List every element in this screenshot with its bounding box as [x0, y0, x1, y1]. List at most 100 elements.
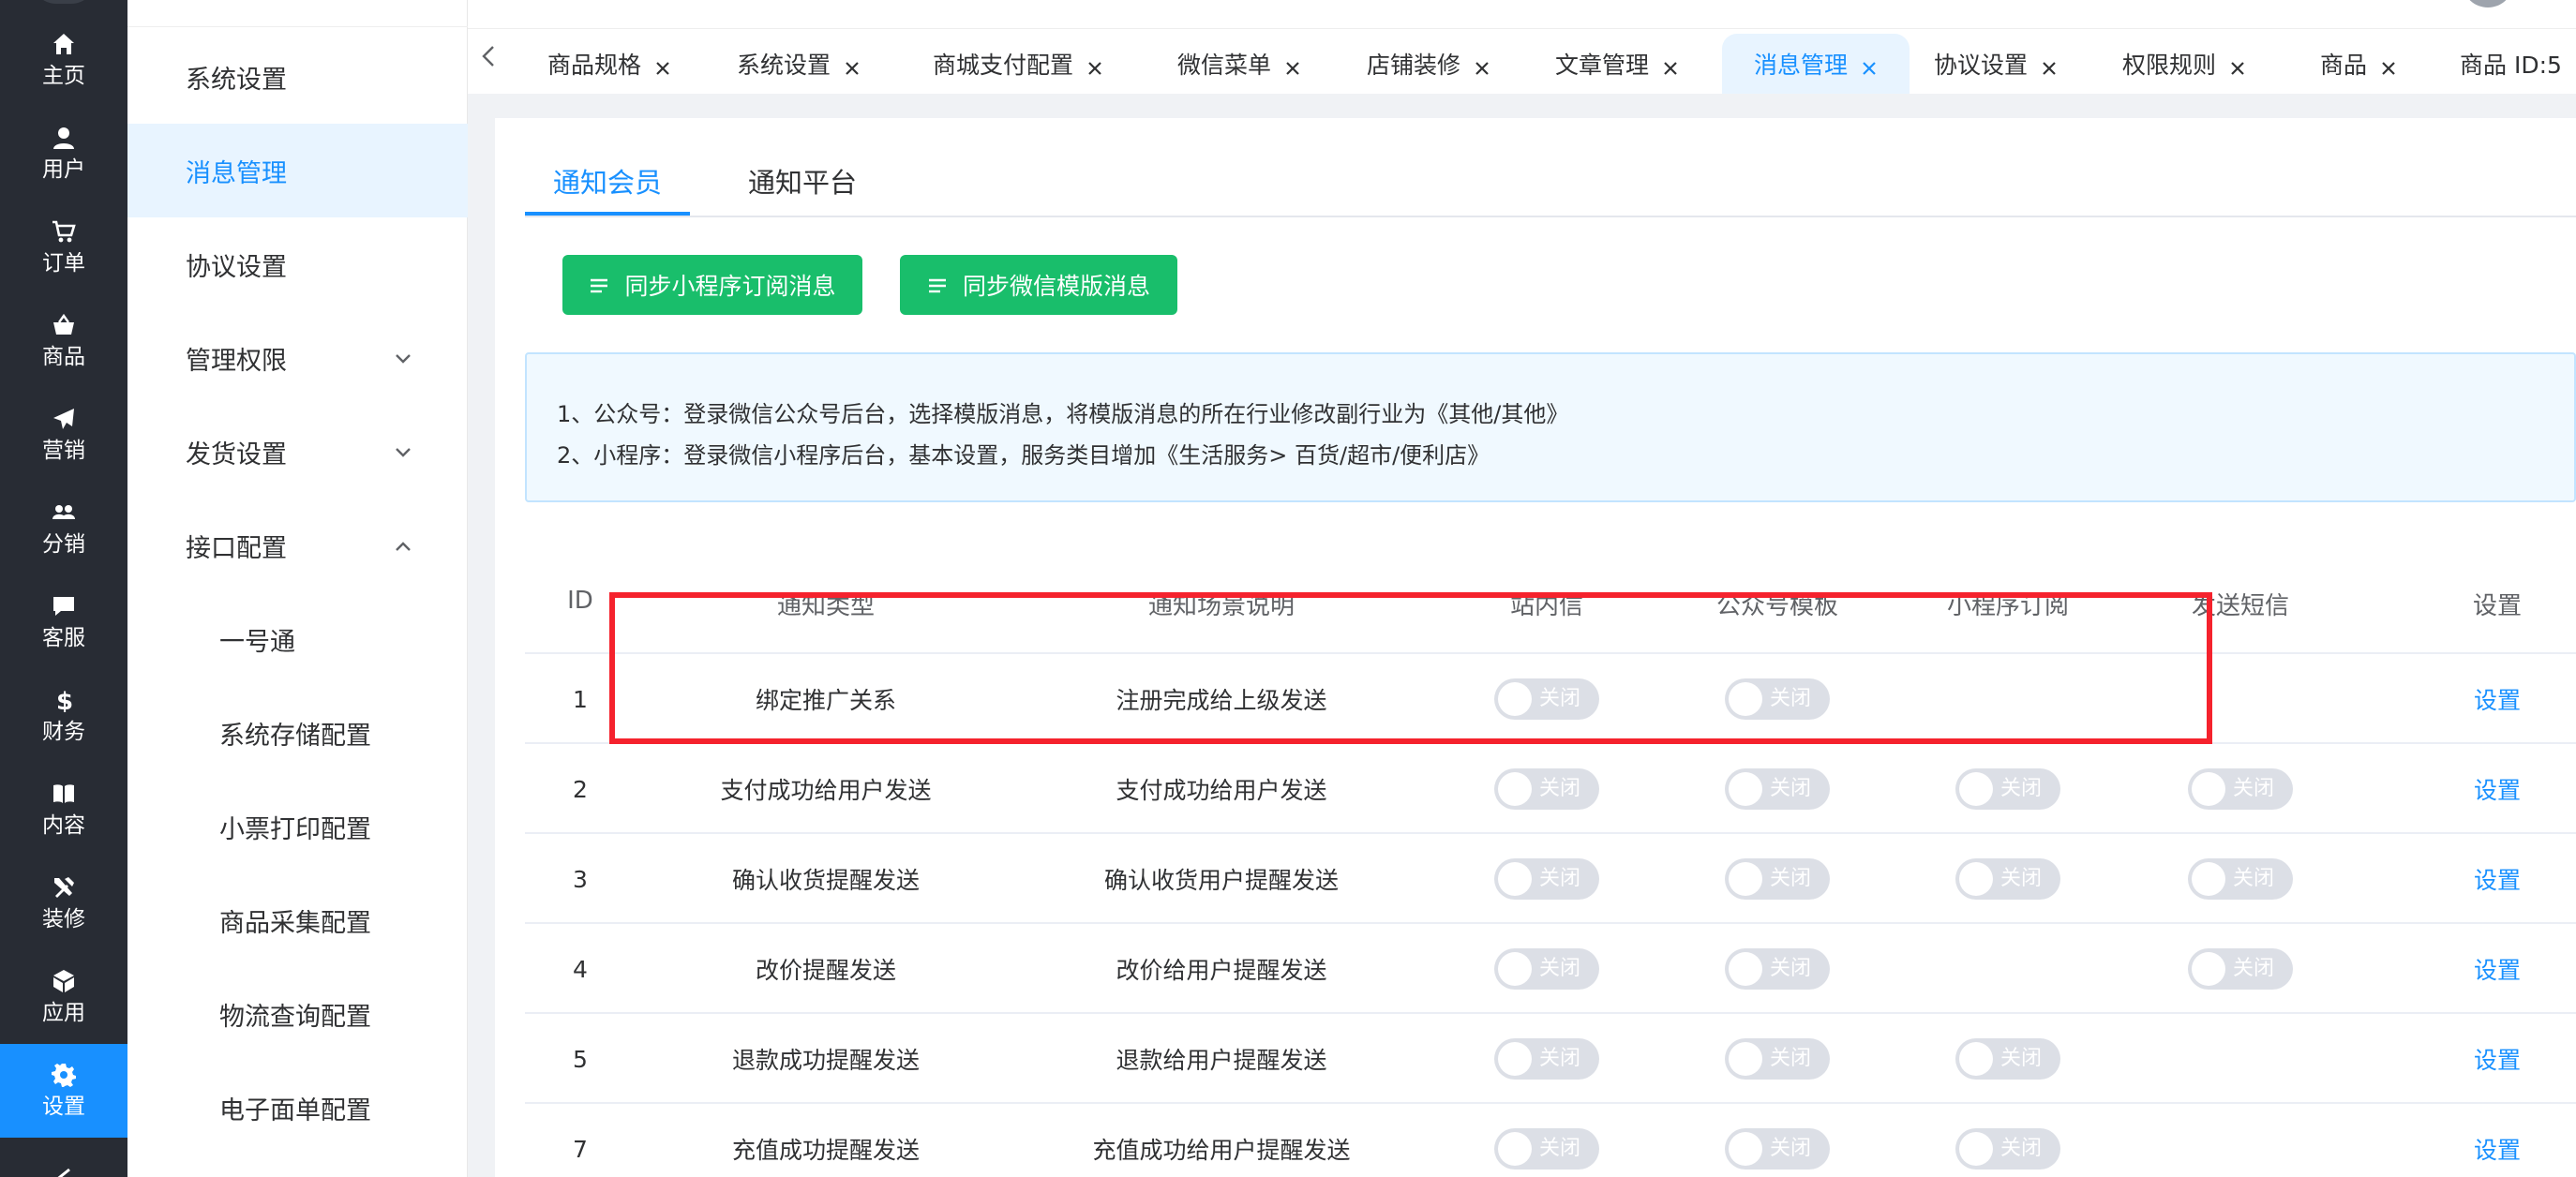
- tab-1[interactable]: 系统设置: [732, 34, 865, 94]
- switch-cell: 关闭: [1849, 1014, 2167, 1104]
- submenu-item-11[interactable]: 电子面单配置: [127, 1061, 468, 1155]
- subtabs-divider: [525, 216, 2576, 217]
- rail-item-3[interactable]: 商品: [0, 294, 127, 388]
- toggle-switch[interactable]: 关闭: [1494, 768, 1599, 810]
- subtab-notify-platform[interactable]: 通知平台: [748, 161, 857, 216]
- tab-label: 系统设置: [736, 52, 831, 79]
- row-settings-link[interactable]: 设置: [2338, 834, 2576, 924]
- toggle-switch[interactable]: 关闭: [1494, 1128, 1599, 1170]
- submenu-item-6[interactable]: 一号通: [127, 592, 468, 686]
- toggle-switch[interactable]: 关闭: [1494, 1038, 1599, 1080]
- close-icon[interactable]: [2041, 55, 2058, 75]
- submenu-item-2[interactable]: 协议设置: [127, 217, 468, 311]
- submenu-item-label: 小票打印配置: [219, 814, 371, 844]
- rail-item-0[interactable]: 主页: [0, 13, 127, 107]
- toggle-switch[interactable]: 关闭: [1955, 858, 2060, 900]
- sync-mini-program-button[interactable]: 同步小程序订阅消息: [562, 255, 862, 315]
- toggle-switch[interactable]: 关闭: [2188, 948, 2293, 990]
- row-settings-link[interactable]: 设置: [2338, 654, 2576, 744]
- submenu-item-1[interactable]: 消息管理: [127, 124, 468, 217]
- chat-icon: [51, 593, 77, 619]
- row-notify-type: 支付成功给用户发送: [720, 777, 932, 804]
- toggle-switch[interactable]: 关闭: [1725, 1128, 1830, 1170]
- toggle-state-label: 关闭: [2233, 957, 2275, 980]
- toggle-switch[interactable]: 关闭: [1725, 1038, 1830, 1080]
- tab-4[interactable]: 店铺装修: [1362, 34, 1495, 94]
- toggle-switch[interactable]: 关闭: [1494, 948, 1599, 990]
- close-icon[interactable]: [2229, 55, 2246, 75]
- tab-label: 协议设置: [1933, 52, 2028, 79]
- submenu-item-7[interactable]: 系统存储配置: [127, 686, 468, 780]
- submenu-item-3[interactable]: 管理权限: [127, 311, 468, 405]
- tab-8[interactable]: 权限规则: [2118, 34, 2251, 94]
- toggle-switch[interactable]: 关闭: [1725, 768, 1830, 810]
- highlight-box: [609, 592, 2212, 744]
- submenu-item-10[interactable]: 物流查询配置: [127, 967, 468, 1061]
- submenu-item-0[interactable]: 系统设置: [127, 30, 468, 124]
- tab-10[interactable]: 商品 ID:5: [2446, 34, 2576, 94]
- notice-line-mini: 2、小程序：登录微信小程序后台，基本设置，服务类目增加《生活服务> 百货/超市/…: [557, 442, 1490, 469]
- tab-3[interactable]: 微信菜单: [1173, 34, 1306, 94]
- table-row: 2 支付成功给用户发送 支付成功给用户发送 关闭 关闭 关闭 关闭 设置: [525, 742, 2576, 832]
- row-settings-link[interactable]: 设置: [2338, 1104, 2576, 1177]
- close-icon[interactable]: [1086, 55, 1103, 75]
- chevron-down-icon: [393, 440, 413, 461]
- tabs-scroll-left-icon[interactable]: [479, 43, 500, 69]
- submenu-item-8[interactable]: 小票打印配置: [127, 780, 468, 873]
- submenu-item-4[interactable]: 发货设置: [127, 405, 468, 499]
- row-settings-link[interactable]: 设置: [2338, 924, 2576, 1014]
- rail-item-6[interactable]: 客服: [0, 575, 127, 669]
- close-icon[interactable]: [1284, 55, 1301, 75]
- rail-item-10[interactable]: 应用: [0, 950, 127, 1044]
- tab-2[interactable]: 商城支付配置: [921, 34, 1115, 94]
- close-icon[interactable]: [2380, 55, 2397, 75]
- tab-0[interactable]: 商品规格: [543, 34, 676, 94]
- toggle-switch[interactable]: 关闭: [1725, 948, 1830, 990]
- tab-7[interactable]: 协议设置: [1929, 34, 2062, 94]
- toggle-state-label: 关闭: [1770, 777, 1812, 800]
- toggle-knob: [2192, 862, 2225, 896]
- toggle-state-label: 关闭: [1770, 867, 1812, 890]
- toggle-state-label: 关闭: [1770, 1047, 1812, 1070]
- close-icon[interactable]: [654, 55, 671, 75]
- row-settings-link[interactable]: 设置: [2338, 744, 2576, 834]
- close-icon[interactable]: [1662, 55, 1679, 75]
- toggle-knob: [1498, 772, 1532, 806]
- sync-wechat-template-button[interactable]: 同步微信模版消息: [900, 255, 1177, 315]
- rail-item-2[interactable]: 订单: [0, 201, 127, 294]
- tab-9[interactable]: 商品: [2307, 34, 2410, 94]
- collapse-sidebar-icon[interactable]: [51, 1160, 77, 1177]
- toggle-switch[interactable]: 关闭: [2188, 768, 2293, 810]
- submenu-item-label: 系统设置: [186, 65, 287, 95]
- submenu-item-5[interactable]: 接口配置: [127, 499, 468, 592]
- tab-6[interactable]: 消息管理: [1722, 34, 1910, 94]
- close-icon[interactable]: [844, 55, 861, 75]
- page-tabs-bar: 商品规格 系统设置 商城支付配置 微信菜单 店铺装修 文章管理 消息管理 协议设置 权限规则 商品…: [468, 0, 2576, 94]
- rail-item-5[interactable]: 分销: [0, 482, 127, 575]
- tab-label: 商品: [2319, 52, 2367, 79]
- close-icon[interactable]: [1861, 55, 1878, 75]
- rail-item-4[interactable]: 营销: [0, 388, 127, 482]
- subtab-notify-member[interactable]: 通知会员: [553, 161, 662, 216]
- submenu-item-9[interactable]: 商品采集配置: [127, 873, 468, 967]
- toggle-switch[interactable]: 关闭: [1955, 1038, 2060, 1080]
- rail-item-9[interactable]: 装修: [0, 857, 127, 950]
- rail-item-8[interactable]: 内容: [0, 763, 127, 857]
- toggle-switch[interactable]: 关闭: [1494, 858, 1599, 900]
- rail-item-7[interactable]: $ 财务: [0, 669, 127, 763]
- toggle-knob: [2192, 772, 2225, 806]
- rail-item-1[interactable]: 用户: [0, 107, 127, 201]
- toggle-knob: [1498, 862, 1532, 896]
- toggle-switch[interactable]: 关闭: [1725, 858, 1830, 900]
- tools-icon: [51, 874, 77, 901]
- toggle-switch[interactable]: 关闭: [2188, 858, 2293, 900]
- close-icon[interactable]: [1474, 55, 1490, 75]
- toggle-switch[interactable]: 关闭: [1955, 1128, 2060, 1170]
- rail-item-11[interactable]: 设置: [0, 1044, 127, 1138]
- toggle-switch[interactable]: 关闭: [1955, 768, 2060, 810]
- toggle-knob: [1729, 862, 1762, 896]
- tab-5[interactable]: 文章管理: [1550, 34, 1684, 94]
- gear-icon: [51, 1062, 77, 1088]
- row-settings-link[interactable]: 设置: [2338, 1014, 2576, 1104]
- tab-label: 权限规则: [2121, 52, 2216, 79]
